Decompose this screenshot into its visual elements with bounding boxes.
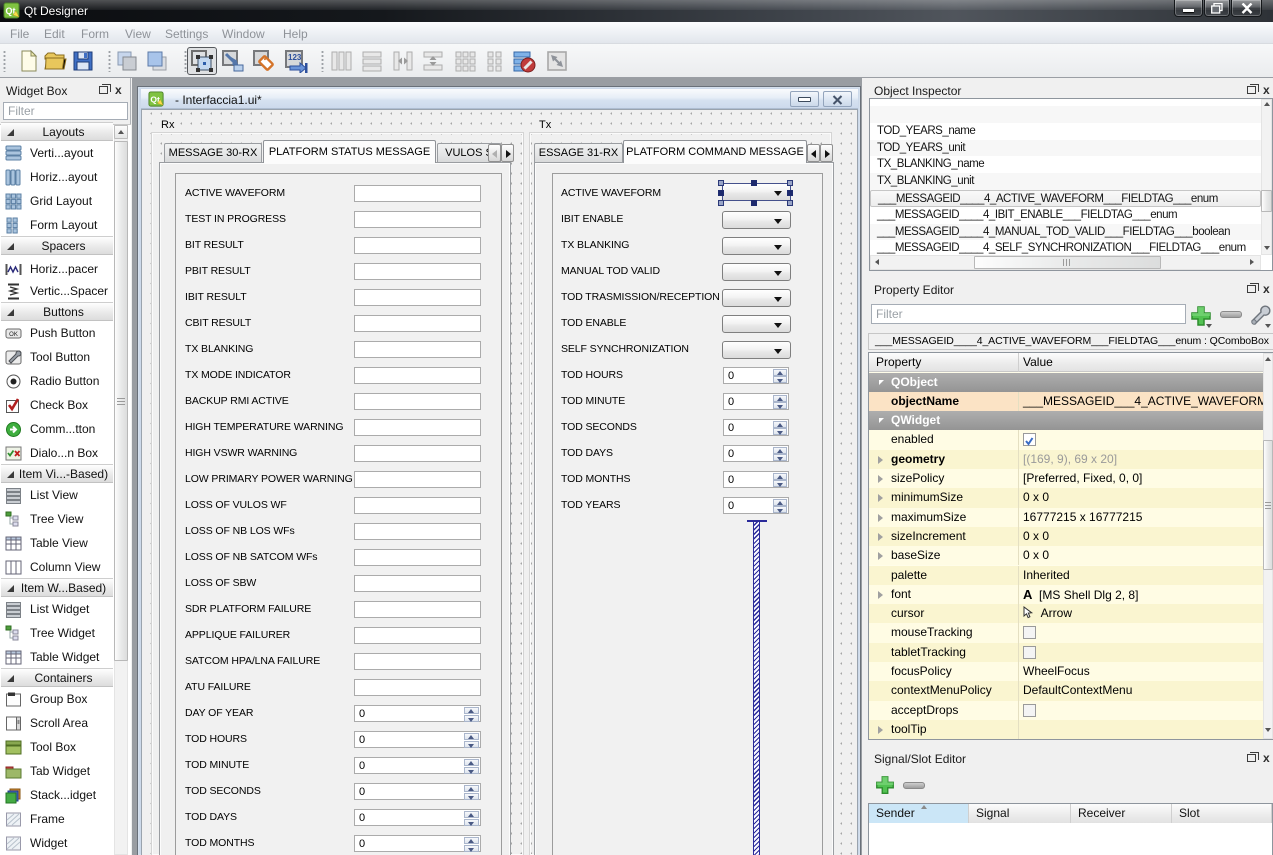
svg-text:OK: OK bbox=[9, 332, 18, 338]
svg-text:123: 123 bbox=[288, 53, 302, 62]
